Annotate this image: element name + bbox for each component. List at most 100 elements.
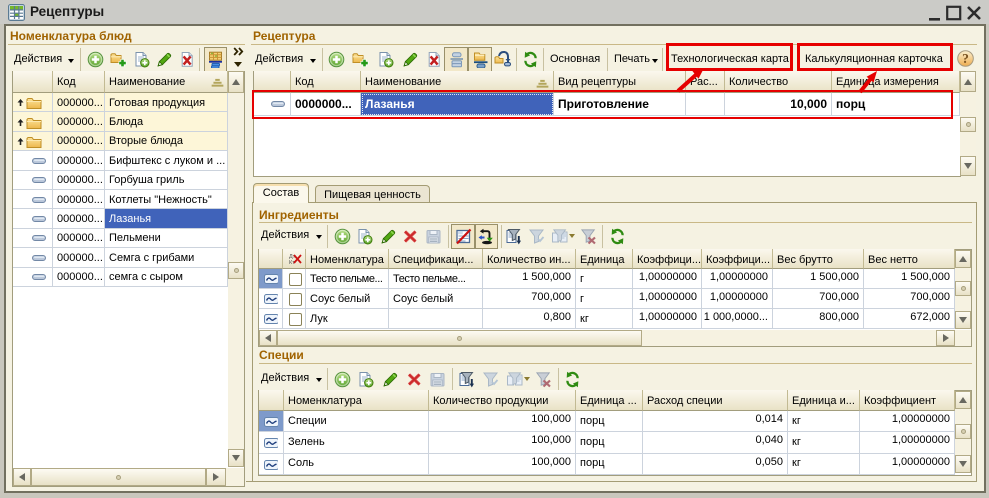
tree-row-name-cell[interactable]: Лазанья bbox=[105, 209, 228, 228]
help-icon[interactable] bbox=[957, 50, 974, 67]
spices-header-rate[interactable]: Расход специи bbox=[643, 390, 788, 411]
spice-row-k-cell[interactable]: 1,00000000 bbox=[860, 411, 955, 432]
spice-row-name-cell[interactable]: Соль bbox=[284, 454, 429, 475]
recipe-vscroll-thumb[interactable] bbox=[960, 117, 976, 132]
spice-row-qty-cell[interactable]: 100,000 bbox=[429, 432, 576, 453]
add-icon[interactable] bbox=[334, 228, 351, 245]
refresh-icon[interactable] bbox=[522, 51, 539, 68]
ingredients-header-spec[interactable]: Спецификаци... bbox=[389, 249, 483, 269]
refresh-icon[interactable] bbox=[564, 371, 581, 388]
ingredients-header-k1[interactable]: Коэффици... bbox=[633, 249, 702, 269]
ingredients-header-net[interactable]: Вес нетто bbox=[864, 249, 955, 269]
copy-icon[interactable] bbox=[377, 51, 394, 68]
add-group-icon[interactable] bbox=[352, 51, 369, 68]
spice-row-unit-cell[interactable]: порц bbox=[576, 411, 643, 432]
copy-icon[interactable] bbox=[356, 228, 373, 245]
spice-row-name-cell[interactable]: Зелень bbox=[284, 432, 429, 453]
copy-icon[interactable] bbox=[357, 371, 374, 388]
edit-icon[interactable] bbox=[382, 371, 399, 388]
ingredient-row-net-cell[interactable]: 672,000 bbox=[864, 309, 955, 329]
ingredient-row-spec-cell[interactable] bbox=[389, 309, 483, 329]
spice-row-qty-cell[interactable]: 100,000 bbox=[429, 411, 576, 432]
ingredient-row-gross-cell[interactable]: 800,000 bbox=[773, 309, 864, 329]
ingredient-row-name-cell[interactable]: Соус белый bbox=[306, 289, 389, 309]
left-header-name[interactable]: Наименование bbox=[105, 71, 228, 93]
ingredient-row-unit-cell[interactable]: г bbox=[576, 269, 633, 289]
recipe-scroll-down-button[interactable] bbox=[960, 156, 976, 176]
ingredient-row-qty-cell[interactable]: 0,800 bbox=[483, 309, 576, 329]
ingredient-row-gross-cell[interactable]: 1 500,000 bbox=[773, 269, 864, 289]
left-vscroll-thumb[interactable] bbox=[228, 262, 244, 279]
add-icon[interactable] bbox=[334, 371, 351, 388]
spice-row-rate-cell[interactable]: 0,040 bbox=[643, 432, 788, 453]
tree-row-name-cell[interactable]: Вторые блюда bbox=[105, 132, 228, 151]
spices-scroll-up-button[interactable] bbox=[955, 391, 971, 409]
tree-row-code-cell[interactable]: 000000... bbox=[53, 248, 105, 267]
spices-scroll-down-button[interactable] bbox=[955, 455, 971, 473]
tree-row-name-cell[interactable]: Горбуша гриль bbox=[105, 171, 228, 190]
ingredients-header-qty[interactable]: Количество ин... bbox=[483, 249, 576, 269]
ingredients-hscroll-track[interactable] bbox=[642, 330, 936, 346]
edit-icon[interactable] bbox=[402, 51, 419, 68]
edit-icon[interactable] bbox=[380, 228, 397, 245]
left-scroll-down-button[interactable] bbox=[228, 449, 244, 467]
main-button[interactable]: Основная bbox=[550, 53, 600, 65]
ingredient-row-net-cell[interactable]: 1 500,000 bbox=[864, 269, 955, 289]
row-checkbox[interactable] bbox=[289, 273, 302, 286]
ingredient-row-k1-cell[interactable]: 1,00000000 bbox=[633, 289, 702, 309]
tree-row-name-cell[interactable]: Бифштекс с луком и ... bbox=[105, 151, 228, 170]
ingredients-vscroll-thumb[interactable] bbox=[955, 281, 971, 296]
ingredient-row-spec-cell[interactable]: Тесто пельме... bbox=[389, 269, 483, 289]
tree-row-name-cell[interactable]: Семга с грибами bbox=[105, 248, 228, 267]
ingredient-row-k2-cell[interactable]: 1 000,0000... bbox=[702, 309, 773, 329]
ingredient-row-unit-cell[interactable]: кг bbox=[576, 309, 633, 329]
ingredients-header-k2[interactable]: Коэффици... bbox=[702, 249, 773, 269]
ingredient-row-k1-cell[interactable]: 1,00000000 bbox=[633, 269, 702, 289]
spices-header-unit[interactable]: Единица ... bbox=[576, 390, 643, 411]
delete-icon[interactable] bbox=[406, 371, 423, 388]
ingredient-row-k2-cell[interactable]: 1,00000000 bbox=[702, 289, 773, 309]
ingredient-row-name-cell[interactable]: Тесто пельме... bbox=[306, 269, 389, 289]
delete-icon[interactable] bbox=[402, 228, 419, 245]
row-checkbox[interactable] bbox=[289, 293, 302, 306]
ingredient-row-k2-cell[interactable]: 1,00000000 bbox=[702, 269, 773, 289]
row-checkbox[interactable] bbox=[289, 313, 302, 326]
tree-row-code-cell[interactable]: 000000... bbox=[53, 171, 105, 190]
spices-vscroll-thumb[interactable] bbox=[955, 424, 971, 439]
add-group-icon[interactable] bbox=[110, 51, 127, 68]
spice-row-k-cell[interactable]: 1,00000000 bbox=[860, 432, 955, 453]
add-icon[interactable] bbox=[87, 51, 104, 68]
ingredient-row-net-cell[interactable]: 700,000 bbox=[864, 289, 955, 309]
up-level-icon[interactable] bbox=[494, 50, 512, 68]
filter-settings-icon[interactable] bbox=[505, 228, 522, 245]
tree-row-name-cell[interactable]: Котлеты "Нежность" bbox=[105, 190, 228, 209]
tree-row-name-cell[interactable]: Готовая продукция bbox=[105, 93, 228, 112]
tree-row-code-cell[interactable]: 000000... bbox=[53, 190, 105, 209]
tree-row-code-cell[interactable]: 000000... bbox=[53, 132, 105, 151]
ingredients-header-name[interactable]: Номенклатура bbox=[306, 249, 389, 269]
recipe-actions-button[interactable]: Действия bbox=[255, 53, 303, 65]
ingredients-scroll-up-button[interactable] bbox=[955, 250, 971, 268]
spices-header-unit2[interactable]: Единица и... bbox=[788, 390, 860, 411]
toolbar-overflow-button[interactable] bbox=[233, 47, 244, 56]
add-icon[interactable] bbox=[328, 51, 345, 68]
delete-icon[interactable] bbox=[426, 51, 443, 68]
refresh-icon[interactable] bbox=[609, 228, 626, 245]
tree-row-code-cell[interactable]: 000000... bbox=[53, 268, 105, 287]
tree-row-code-cell[interactable]: 000000... bbox=[53, 151, 105, 170]
ingredients-actions-button[interactable]: Действия bbox=[261, 229, 309, 241]
left-actions-button[interactable]: Действия bbox=[14, 53, 62, 65]
ingredients-scroll-down-button[interactable] bbox=[955, 311, 971, 329]
ingredient-row-name-cell[interactable]: Лук bbox=[306, 309, 389, 329]
spice-row-qty-cell[interactable]: 100,000 bbox=[429, 454, 576, 475]
spice-row-unit2-cell[interactable]: кг bbox=[788, 454, 860, 475]
tab-sostav[interactable]: Состав bbox=[253, 183, 309, 203]
left-scroll-up-button[interactable] bbox=[228, 71, 244, 93]
minimize-button[interactable] bbox=[927, 4, 943, 22]
ingredient-row-spec-cell[interactable]: Соус белый bbox=[389, 289, 483, 309]
spice-row-unit-cell[interactable]: порц bbox=[576, 432, 643, 453]
close-button[interactable] bbox=[965, 4, 983, 22]
tree-row-name-cell[interactable]: Пельмени bbox=[105, 229, 228, 248]
spice-row-k-cell[interactable]: 1,00000000 bbox=[860, 454, 955, 475]
ingredients-hscroll-thumb[interactable] bbox=[277, 330, 642, 346]
